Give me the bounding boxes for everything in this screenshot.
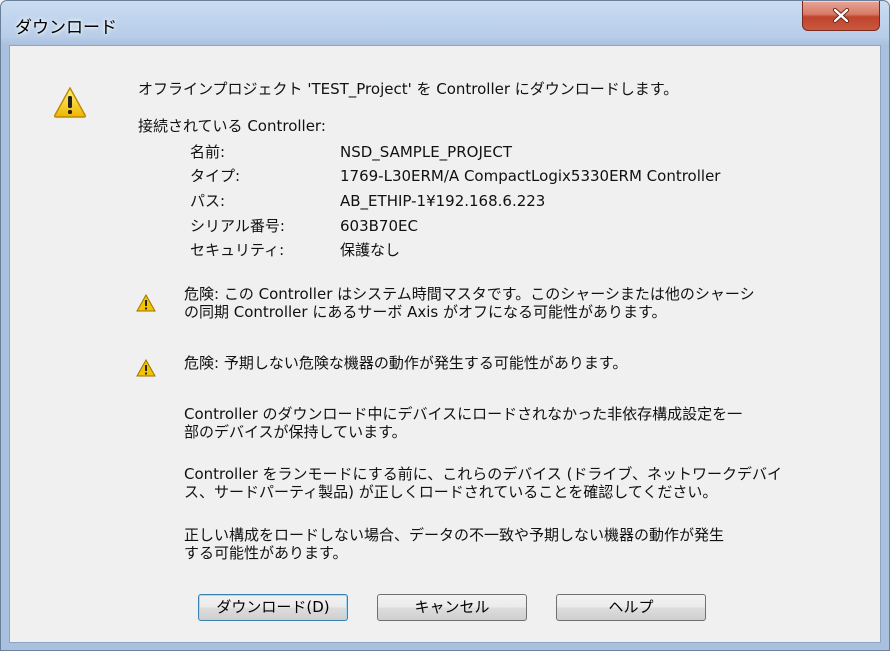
warning-icon bbox=[136, 294, 156, 312]
title-bar[interactable]: ダウンロード bbox=[1, 1, 889, 45]
dialog-body: オフラインプロジェクト 'TEST_Project' を Controller … bbox=[9, 45, 881, 643]
danger-2-text: 危険: 予期しない危険な機器の動作が発生する可能性があります。 bbox=[184, 354, 628, 372]
para-2-line-1: Controller をランモードにする前に、これらのデバイス (ドライブ、ネッ… bbox=[184, 465, 782, 483]
connected-controller-label: 接続されている Controller: bbox=[138, 117, 326, 135]
para-3-line-2: する可能性があります。 bbox=[184, 544, 348, 562]
detail-value-serial: 603B70EC bbox=[340, 217, 418, 235]
cancel-button[interactable]: キャンセル bbox=[377, 594, 527, 621]
danger-1-line-1: 危険: この Controller はシステム時間マスタです。このシャーシまたは… bbox=[184, 285, 755, 303]
detail-value-type: 1769-L30ERM/A CompactLogix5330ERM Contro… bbox=[340, 167, 721, 185]
detail-value-path: AB_ETHIP-1¥192.168.6.223 bbox=[340, 192, 546, 210]
detail-value-security: 保護なし bbox=[340, 241, 401, 259]
intro-text: オフラインプロジェクト 'TEST_Project' を Controller … bbox=[138, 80, 679, 98]
download-dialog: ダウンロード オフラインプロジェクト 'TEST_Project' を Cont… bbox=[0, 0, 890, 651]
warning-icon bbox=[53, 86, 87, 118]
para-1-line-2: 部のデバイスが保持しています。 bbox=[184, 423, 407, 441]
window-title: ダウンロード bbox=[15, 18, 117, 38]
detail-label-security: セキュリティ: bbox=[190, 241, 285, 259]
download-button[interactable]: ダウンロード(D) bbox=[198, 594, 348, 621]
danger-1-line-2: の同期 Controller にあるサーボ Axis がオフになる可能性がありま… bbox=[184, 303, 667, 321]
para-3-line-1: 正しい構成をロードしない場合、データの不一致や予期しない機器の動作が発生 bbox=[184, 526, 725, 544]
detail-label-name: 名前: bbox=[190, 143, 226, 161]
detail-label-type: タイプ: bbox=[190, 167, 241, 185]
detail-label-path: パス: bbox=[190, 192, 226, 210]
close-icon bbox=[833, 8, 849, 23]
detail-value-name: NSD_SAMPLE_PROJECT bbox=[340, 143, 512, 161]
para-1-line-1: Controller のダウンロード中にデバイスにロードされなかった非依存構成設… bbox=[184, 405, 743, 423]
para-2-line-2: ス、サードパーティ製品) が正しくロードされていることを確認してください。 bbox=[184, 483, 718, 501]
close-button[interactable] bbox=[802, 1, 880, 31]
detail-label-serial: シリアル番号: bbox=[190, 217, 285, 235]
warning-icon bbox=[136, 359, 156, 377]
help-button[interactable]: ヘルプ bbox=[556, 594, 706, 621]
